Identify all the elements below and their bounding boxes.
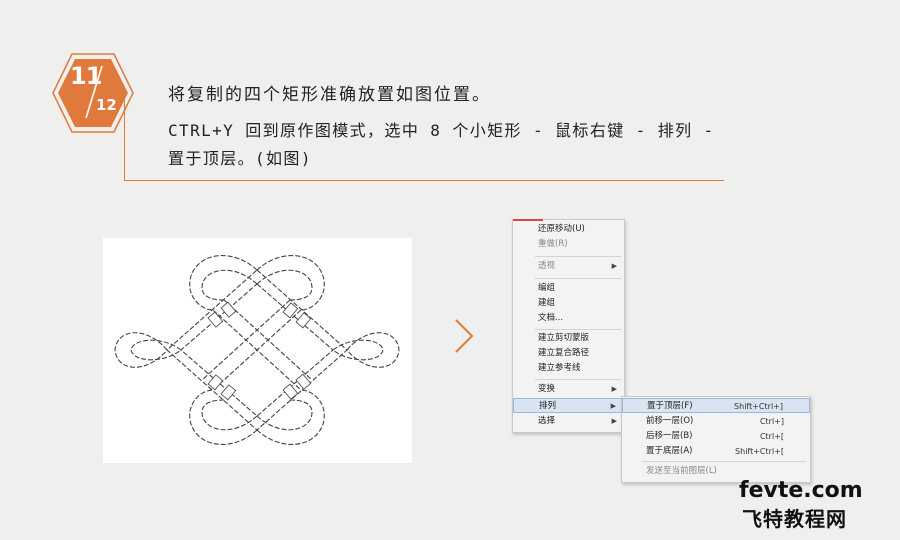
submenu-item-send-to-layer[interactable]: 发送至当前图层(L)	[622, 464, 810, 479]
submenu-item-bring-to-front[interactable]: 置于顶层(F) Shift+Ctrl+]	[622, 398, 810, 413]
menu-item-group[interactable]: 编组	[513, 281, 624, 296]
artwork-canvas[interactable]	[103, 238, 412, 463]
arrange-submenu: 置于顶层(F) Shift+Ctrl+] 前移一层(O) Ctrl+] 后移一层(B…	[621, 396, 811, 483]
submenu-arrow-icon: ▶	[611, 417, 617, 425]
menu-separator	[535, 278, 621, 279]
divider-horizontal	[124, 180, 724, 181]
instruction-line-1: 将复制的四个矩形准确放置如图位置。	[168, 85, 491, 105]
menu-item-undo-move[interactable]: 还原移动(U)	[513, 222, 624, 237]
menu-item-arrange[interactable]: 排列 ▶	[513, 398, 624, 413]
menu-item-guides[interactable]: 建立参考线	[513, 361, 624, 376]
chinese-knot-artwork	[114, 255, 400, 445]
menu-item-clipping-mask[interactable]: 建立剪切蒙版	[513, 331, 624, 346]
menu-separator	[535, 256, 621, 257]
menu-item-select[interactable]: 选择 ▶	[513, 414, 624, 429]
watermark-name: 飞特教程网	[742, 507, 847, 531]
submenu-item-send-backward[interactable]: 后移一层(B) Ctrl+[	[622, 429, 810, 444]
submenu-item-send-to-back[interactable]: 置于底层(A) Shift+Ctrl+[	[622, 444, 810, 459]
divider-vertical	[124, 100, 125, 180]
submenu-arrow-icon: ▶	[611, 262, 617, 270]
context-menu: 还原移动(U) 重做(R) 透视 ▶ 编组 建组 文档... 建立剪切蒙版 建立复…	[512, 219, 625, 433]
chevron-right-icon	[455, 319, 474, 353]
menu-item-compound-path[interactable]: 建立复合路径	[513, 346, 624, 361]
menu-top-accent	[513, 219, 543, 221]
menu-item-build[interactable]: 建组	[513, 296, 624, 311]
menu-item-document[interactable]: 文档...	[513, 311, 624, 326]
step-total: 12	[96, 96, 117, 114]
menu-item-perspective[interactable]: 透视 ▶	[513, 259, 624, 274]
step-badge: 11 12	[52, 52, 134, 134]
menu-item-redo[interactable]: 重做(R)	[513, 237, 624, 252]
step-current: 11	[70, 62, 102, 90]
menu-separator	[642, 461, 806, 462]
instruction-line-2: CTRL+Y 回到原作图模式，选中 8 个小矩形 - 鼠标右键 - 排列 - 置…	[168, 121, 715, 168]
watermark-domain: fevte.com	[739, 478, 863, 503]
menu-item-transform[interactable]: 变换 ▶	[513, 382, 624, 397]
submenu-arrow-icon: ▶	[610, 402, 616, 410]
menu-separator	[535, 379, 621, 380]
submenu-arrow-icon: ▶	[611, 385, 617, 393]
submenu-item-bring-forward[interactable]: 前移一层(O) Ctrl+]	[622, 414, 810, 429]
menu-separator	[535, 329, 621, 330]
